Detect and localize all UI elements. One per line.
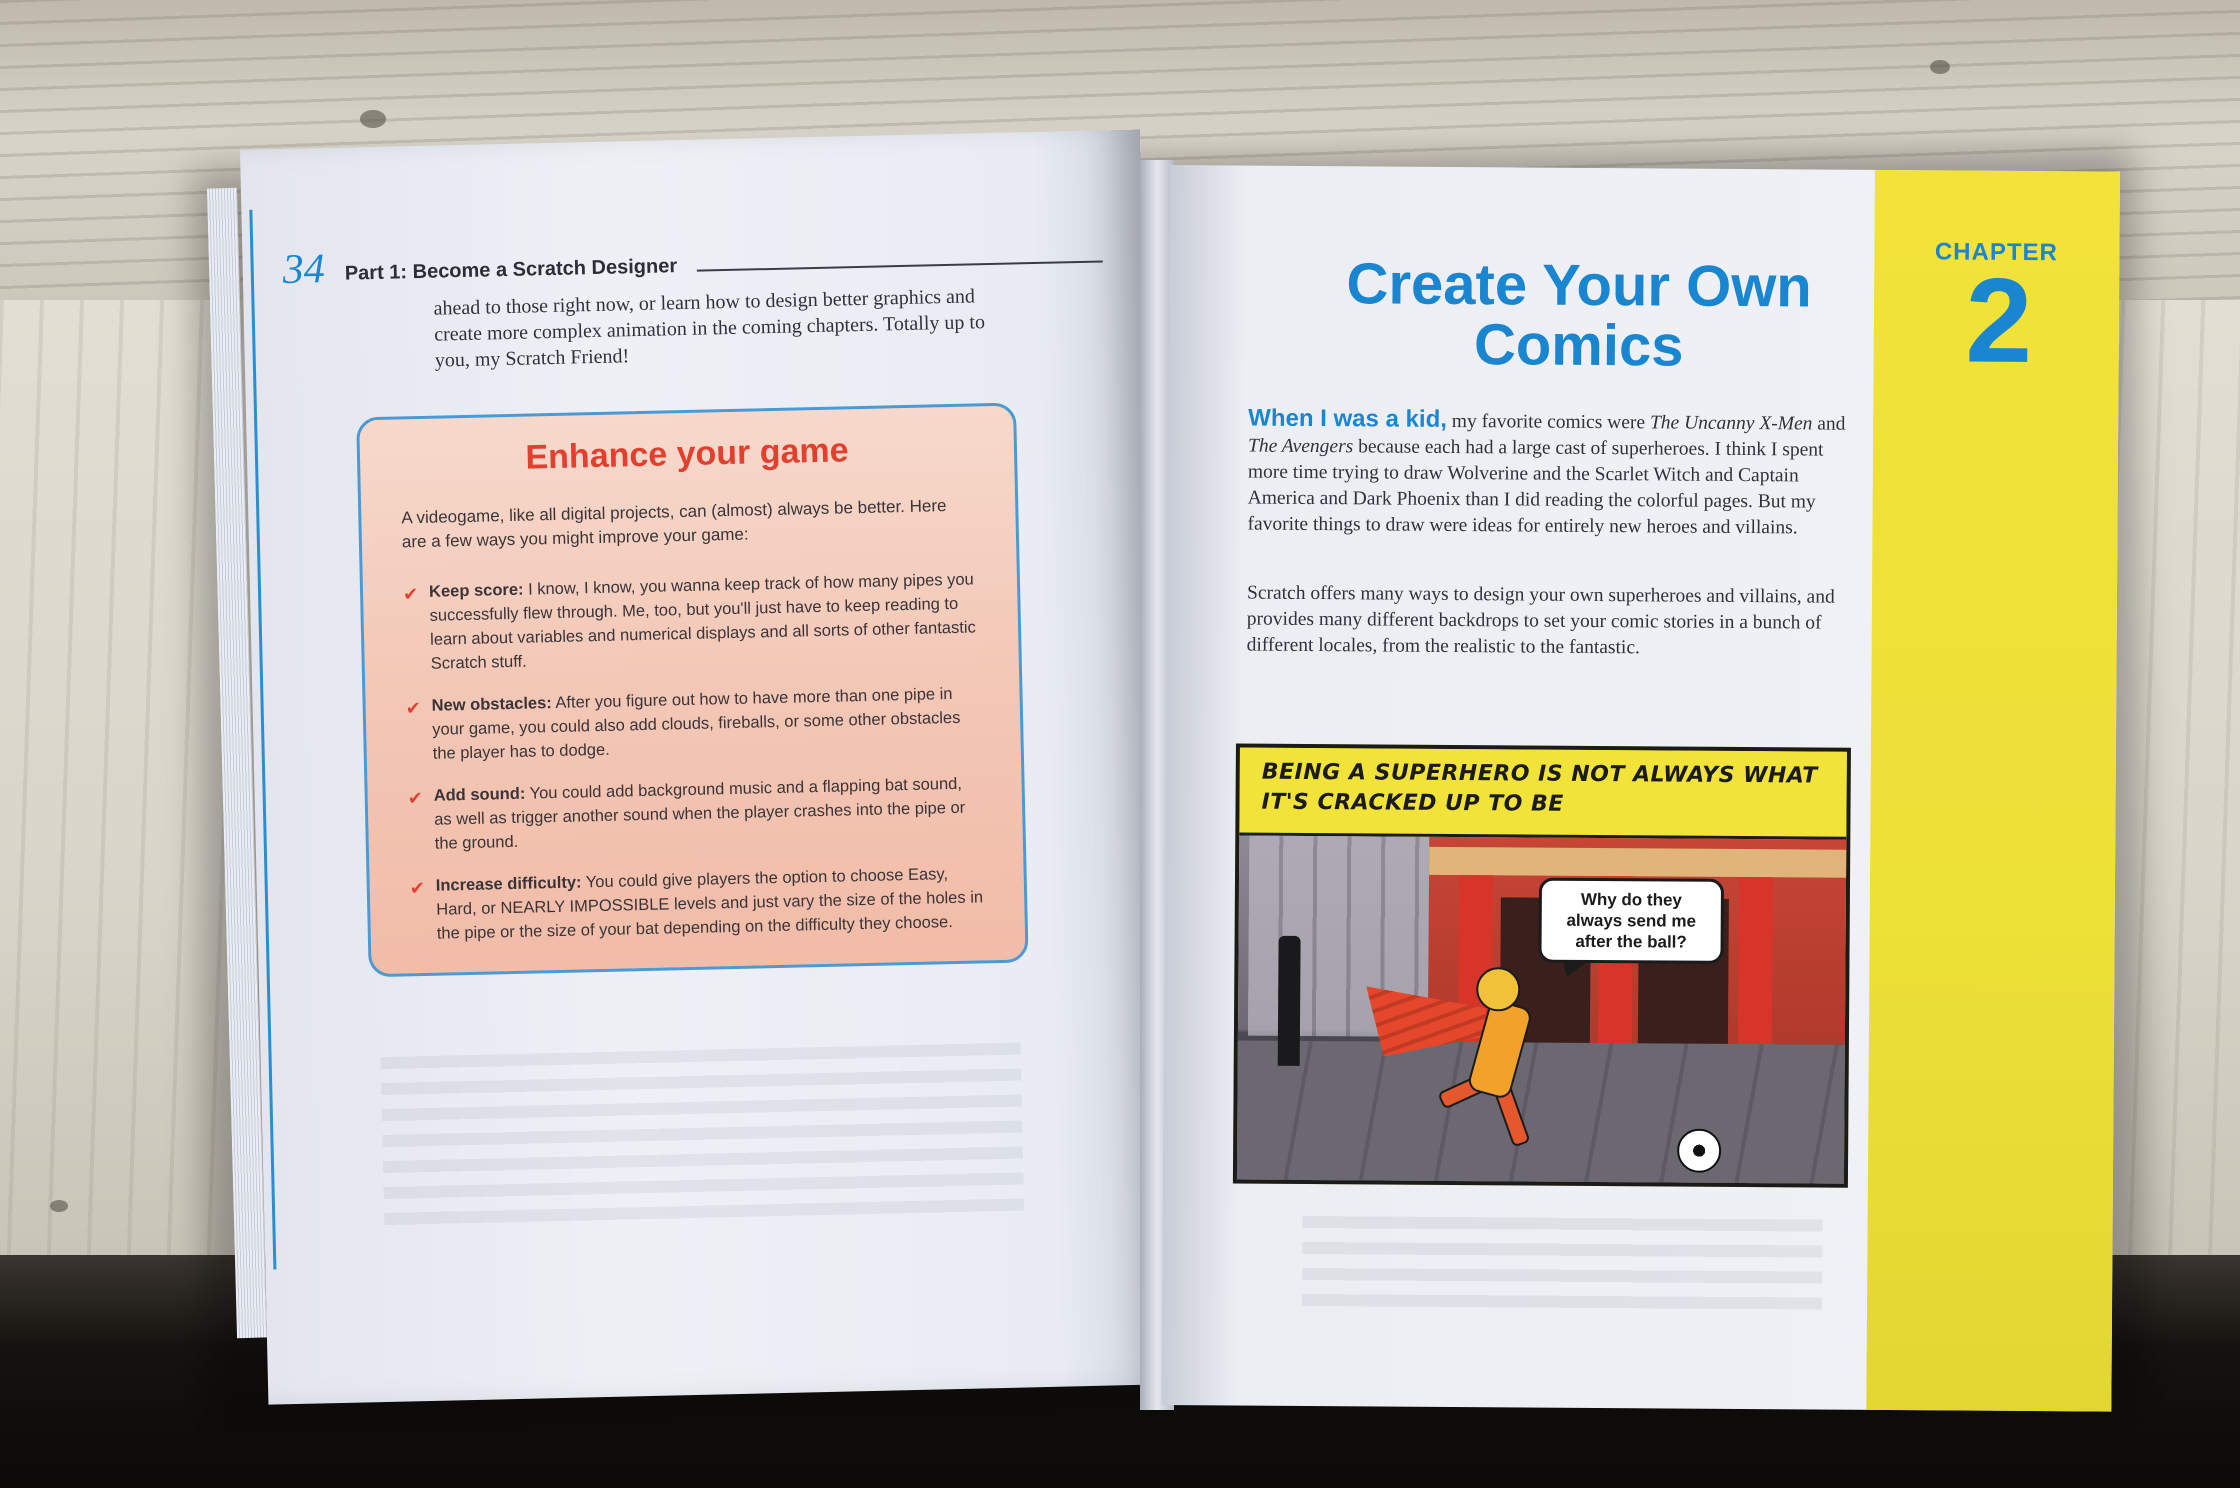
hero-head <box>1476 967 1521 1012</box>
opening-paragraph: When I was a kid, my favorite comics wer… <box>1247 404 1858 542</box>
list-item: ✔ Increase difficulty: You could give pl… <box>409 861 984 946</box>
check-icon: ✔ <box>402 584 419 605</box>
tip-list: ✔ Keep score: I know, I know, you wanna … <box>403 567 985 946</box>
part-title: Part 1: Become a Scratch Designer <box>344 255 678 285</box>
comic-scene: Why do they always send me after the bal… <box>1236 835 1851 1188</box>
para-title-italic: The Avengers <box>1247 435 1354 458</box>
sidebar-title: Enhance your game <box>525 431 849 477</box>
street-lamp <box>1277 935 1301 1066</box>
chapter-title: Create Your Own Comics <box>1346 251 1812 379</box>
lead-in: When I was a kid, <box>1248 404 1448 433</box>
item-lead: Add sound: <box>433 784 526 805</box>
check-icon: ✔ <box>405 698 422 719</box>
item-lead: New obstacles: <box>431 694 552 715</box>
right-page: CHAPTER 2 Create Your Own Comics When I … <box>1161 165 2120 1412</box>
enhance-sidebar: Enhance your game A videogame, like all … <box>356 402 1029 978</box>
list-item: ✔ Add sound: You could add background mu… <box>407 771 982 856</box>
para-text: my favorite comics were <box>1446 410 1651 434</box>
speech-bubble: Why do they always send me after the bal… <box>1538 877 1725 964</box>
paint-chip <box>1930 60 1950 74</box>
item-lead: Increase difficulty: <box>435 873 582 895</box>
paint-chip <box>50 1200 68 1212</box>
red-pillar <box>1737 876 1774 1048</box>
building-awning <box>1429 846 1851 878</box>
comic-panel: Being a superhero is not always what it'… <box>1232 743 1851 1188</box>
comic-caption: Being a superhero is not always what it'… <box>1239 747 1847 840</box>
list-item: ✔ New obstacles: After you figure out ho… <box>405 681 980 766</box>
para-text: and <box>1812 413 1846 435</box>
sidebar-intro: A videogame, like all digital projects, … <box>401 496 947 552</box>
show-through-text <box>1302 1215 1823 1310</box>
sidewalk <box>1236 1040 1845 1188</box>
chapter-number: 2 <box>1965 253 2033 389</box>
page-number: 34 <box>282 246 326 294</box>
second-paragraph: Scratch offers many ways to design your … <box>1246 582 1835 659</box>
list-item: ✔ Keep score: I know, I know, you wanna … <box>403 567 979 676</box>
check-icon: ✔ <box>407 788 424 809</box>
check-icon: ✔ <box>409 877 426 899</box>
paint-chip <box>360 110 386 128</box>
intro-text: ahead to those right now, or learn how t… <box>433 285 986 372</box>
head-rule <box>697 260 1103 272</box>
item-lead: Keep score: <box>428 580 524 601</box>
left-page: 34 Part 1: Become a Scratch Designer ahe… <box>240 129 1169 1405</box>
soccer-ball-icon <box>1676 1128 1722 1173</box>
para-title-italic: The Uncanny X-Men <box>1649 412 1813 435</box>
running-head: 34 Part 1: Become a Scratch Designer <box>282 222 1103 294</box>
show-through-text <box>380 1042 1025 1227</box>
